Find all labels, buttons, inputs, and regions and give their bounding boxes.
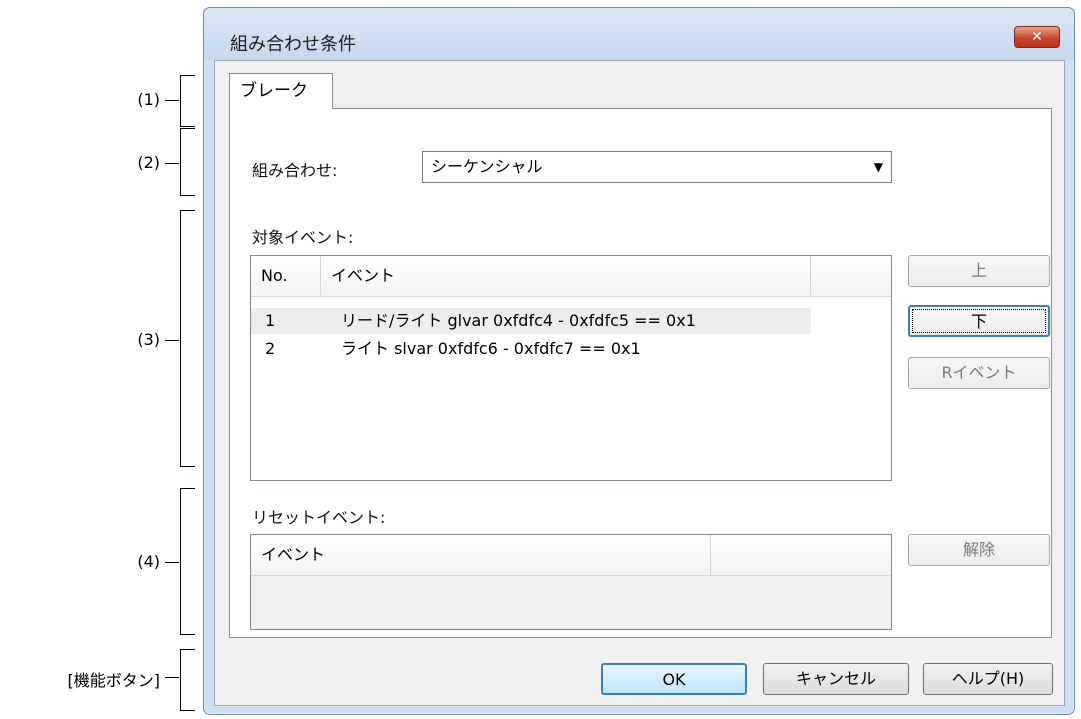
reset-events-list[interactable]: イベント [250, 534, 892, 630]
column-header-filler [811, 256, 891, 296]
column-header-no[interactable]: No. [251, 256, 321, 296]
combination-select[interactable]: シーケンシャル ▼ [422, 151, 892, 183]
event-no: 2 [265, 339, 276, 358]
down-button[interactable]: 下 [908, 305, 1050, 337]
list-empty-area [251, 576, 891, 629]
reset-events-label: リセットイベント: [252, 508, 386, 527]
callout-bracket [180, 128, 195, 196]
combination-value: シーケンシャル [431, 157, 543, 176]
event-no: 1 [265, 311, 276, 330]
callout-label: (1) [137, 90, 160, 109]
callout-line [165, 340, 179, 341]
tab-panel: 組み合わせ: シーケンシャル ▼ 対象イベント: No. イベント 1 リード/… [229, 108, 1052, 638]
tab-break[interactable]: ブレーク [229, 73, 333, 109]
list-header: イベント [251, 535, 891, 576]
callout-bracket [180, 488, 195, 635]
callout-line [165, 562, 179, 563]
callout-label: [機能ボタン] [67, 671, 161, 690]
callout-bracket [180, 75, 195, 127]
ok-button[interactable]: OK [601, 663, 747, 695]
callout-line [165, 100, 179, 101]
callout-bracket [180, 649, 195, 711]
callout-bracket [180, 210, 195, 467]
close-button[interactable]: ✕ [1014, 26, 1060, 48]
target-events-label: 対象イベント: [252, 228, 354, 247]
dialog-window: 組み合わせ条件 ✕ ブレーク 組み合わせ: シーケンシャル ▼ 対象イベント: … [203, 7, 1075, 715]
event-text: リード/ライト glvar 0xfdfc4 - 0xfdfc5 == 0x1 [341, 311, 696, 330]
callout-label: (2) [137, 153, 160, 172]
up-button[interactable]: 上 [908, 255, 1050, 287]
column-header-event[interactable]: イベント [321, 256, 811, 296]
window-title: 組み合わせ条件 [230, 34, 356, 55]
callout-line [165, 677, 179, 678]
r-event-button[interactable]: Rイベント [908, 357, 1050, 389]
cancel-button[interactable]: キャンセル [763, 663, 909, 695]
close-icon: ✕ [1031, 29, 1043, 45]
target-events-list[interactable]: No. イベント 1 リード/ライト glvar 0xfdfc4 - 0xfdf… [250, 255, 892, 481]
title-bar[interactable]: 組み合わせ条件 ✕ [204, 8, 1074, 60]
column-header-filler [711, 535, 891, 575]
chevron-down-icon: ▼ [873, 160, 883, 174]
list-item[interactable]: 2 ライト slvar 0xfdfc6 - 0xfdfc7 == 0x1 [251, 336, 811, 362]
release-button[interactable]: 解除 [908, 534, 1050, 566]
combination-label: 組み合わせ: [252, 161, 338, 180]
dialog-client-area: ブレーク 組み合わせ: シーケンシャル ▼ 対象イベント: No. イベント 1… [214, 60, 1065, 706]
help-button[interactable]: ヘルプ(H) [923, 663, 1053, 695]
callout-label: (4) [137, 552, 160, 571]
event-text: ライト slvar 0xfdfc6 - 0xfdfc7 == 0x1 [341, 339, 641, 358]
callout-label: (3) [137, 330, 160, 349]
column-header-event[interactable]: イベント [251, 535, 711, 575]
callout-line [165, 163, 179, 164]
list-header: No. イベント [251, 256, 891, 297]
list-item[interactable]: 1 リード/ライト glvar 0xfdfc4 - 0xfdfc5 == 0x1 [251, 308, 811, 334]
